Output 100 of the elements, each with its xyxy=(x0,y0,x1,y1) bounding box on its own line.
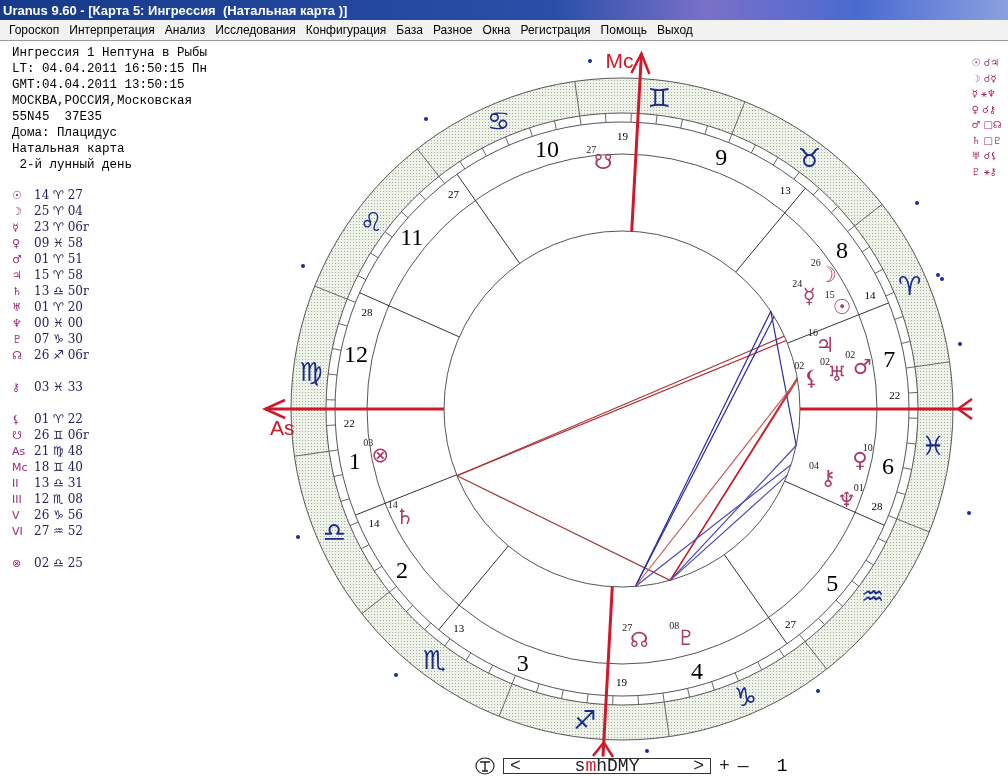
planet-glyph: ⚸ xyxy=(803,366,819,391)
planet-position: 23 ♈ 06r xyxy=(34,220,89,234)
chart-info-line: МОСКВА,РОССИЯ,Московская xyxy=(12,93,194,109)
next-button[interactable]: > xyxy=(693,758,704,774)
planet-position: 01 ♈ 51 xyxy=(34,252,83,266)
menu-item[interactable]: Гороскоп xyxy=(4,23,65,37)
planet-position: 03 ♓ 33 xyxy=(34,380,83,394)
planet-position: 21 ♍ 48 xyxy=(34,444,83,458)
time-unit-option[interactable]: s xyxy=(574,758,586,774)
minus-button[interactable]: — xyxy=(737,758,749,774)
planet-position: 01 ♈ 22 xyxy=(34,412,83,426)
planet-degree: 27 xyxy=(586,143,597,155)
planet-position: 26 ♊ 06r xyxy=(34,428,89,442)
planet-glyph: ☋ xyxy=(594,149,613,174)
planet-degree: 04 xyxy=(809,459,820,471)
house-number: 8 xyxy=(836,237,849,264)
sign-boundary-line xyxy=(905,361,951,369)
aspect-entry: ♅ ☌⚸ xyxy=(971,149,999,163)
planet-glyph: ♅ xyxy=(12,300,23,314)
time-unit-option[interactable]: D xyxy=(607,758,618,774)
house-number: 7 xyxy=(883,345,896,372)
cusp-degree: 14 xyxy=(864,288,876,301)
cusp-degree: 28 xyxy=(871,500,883,513)
planet-degree: 26 xyxy=(810,257,821,269)
aspect-entry: ♄ □♇ xyxy=(971,133,1002,148)
cusp-degree: 13 xyxy=(453,621,465,634)
zodiac-sign-glyph: ♉ xyxy=(797,143,822,174)
menu-item[interactable]: Конфигурация xyxy=(300,23,392,37)
house-number: 12 xyxy=(343,340,368,367)
sign-boundary-line xyxy=(728,101,746,143)
cusp-degree: 19 xyxy=(617,130,629,142)
menu-item[interactable]: База xyxy=(391,23,428,37)
menu-item[interactable]: Окна xyxy=(477,23,516,37)
fixed-star-dot xyxy=(816,689,820,693)
midheaven-label: Mc xyxy=(605,48,634,72)
planet-position: 02 ♎ 25 xyxy=(34,556,83,570)
planet-position: 13 ♎ 50r xyxy=(34,284,89,298)
planet-position: 27 ♒ 52 xyxy=(34,524,83,538)
fixed-star-dot xyxy=(424,117,428,121)
menu-item[interactable]: Выход xyxy=(651,23,698,37)
sign-boundary-line xyxy=(293,449,339,457)
time-step-value: 1 xyxy=(776,756,788,776)
menu-item[interactable]: Помощь xyxy=(595,23,652,37)
planet-glyph: VI xyxy=(12,524,24,538)
aspect-entry: ☉ ☌♃ xyxy=(971,56,1001,70)
planet-glyph: ⚷ xyxy=(12,380,22,394)
planet-degree: 24 xyxy=(792,278,803,290)
aspect-entry: ♂ □☊ xyxy=(971,118,1002,132)
zodiac-sign-glyph: ♏ xyxy=(422,644,447,675)
plus-button[interactable]: + xyxy=(719,758,730,774)
planet-glyph: As xyxy=(12,444,27,458)
menu-item[interactable]: Регистрация xyxy=(515,23,596,37)
chart-info-line: Натальная карта xyxy=(12,141,126,157)
house-number: 11 xyxy=(400,224,424,251)
planet-glyph: ☿ xyxy=(802,284,816,309)
time-reset-icon[interactable] xyxy=(475,757,495,775)
zodiac-sign-glyph: ♒ xyxy=(860,581,885,612)
planet-glyph: ⊗ xyxy=(12,556,23,570)
house-number: 5 xyxy=(826,569,839,596)
time-unit-option[interactable]: Y xyxy=(628,758,640,774)
chart-info-line: 55N45 37E35 xyxy=(12,109,103,125)
fixed-star-dot xyxy=(301,264,305,268)
planet-glyph: Mc xyxy=(12,460,29,474)
planet-glyph: ♀ xyxy=(12,236,22,250)
sign-boundary-line xyxy=(498,675,516,717)
planet-glyph: ☋ xyxy=(12,428,23,442)
planet-glyph: ☊ xyxy=(12,348,23,362)
time-unit-option[interactable]: h xyxy=(596,758,607,774)
sign-boundary-line xyxy=(574,80,582,126)
previous-button[interactable]: < xyxy=(510,758,521,774)
planet-glyph: ⚸ xyxy=(12,412,22,426)
planet-degree: 01 xyxy=(853,481,864,493)
zodiac-sign-glyph: ♌ xyxy=(359,206,384,237)
fixed-star-dot xyxy=(296,535,300,539)
planet-degree: 14 xyxy=(387,498,398,510)
planet-position: 15 ♈ 58 xyxy=(34,268,83,282)
menu-item[interactable]: Интерпретация xyxy=(64,23,160,37)
menu-item[interactable]: Разное xyxy=(427,23,478,37)
sign-boundary-line xyxy=(662,692,670,738)
planet-position: 26 ♐ 06r xyxy=(34,348,89,362)
planet-glyph: ☉ xyxy=(12,188,23,202)
fixed-star-dot xyxy=(645,749,649,753)
cusp-degree: 28 xyxy=(361,305,373,318)
house-number: 1 xyxy=(348,448,361,475)
cusp-degree: 14 xyxy=(368,517,380,530)
fixed-star-dot xyxy=(394,673,398,677)
planet-glyph: ☽ xyxy=(12,204,23,218)
planet-glyph: ☊ xyxy=(630,628,649,653)
cusp-degree: 22 xyxy=(889,388,901,401)
time-unit-option[interactable]: m xyxy=(585,758,597,774)
planet-glyph: III xyxy=(12,492,23,506)
planet-position: 01 ♈ 20 xyxy=(34,300,83,314)
zodiac-sign-glyph: ♓ xyxy=(921,431,945,462)
planet-position: 18 ♊ 40 xyxy=(34,460,83,474)
aspect-entry: ♀ ☌⚷ xyxy=(971,102,997,117)
planet-degree: 02 xyxy=(845,349,856,361)
time-unit-option[interactable]: M xyxy=(617,758,629,774)
sign-boundary-line xyxy=(847,203,883,232)
menu-item[interactable]: Анализ xyxy=(159,23,211,37)
menu-item[interactable]: Исследования xyxy=(210,23,301,37)
